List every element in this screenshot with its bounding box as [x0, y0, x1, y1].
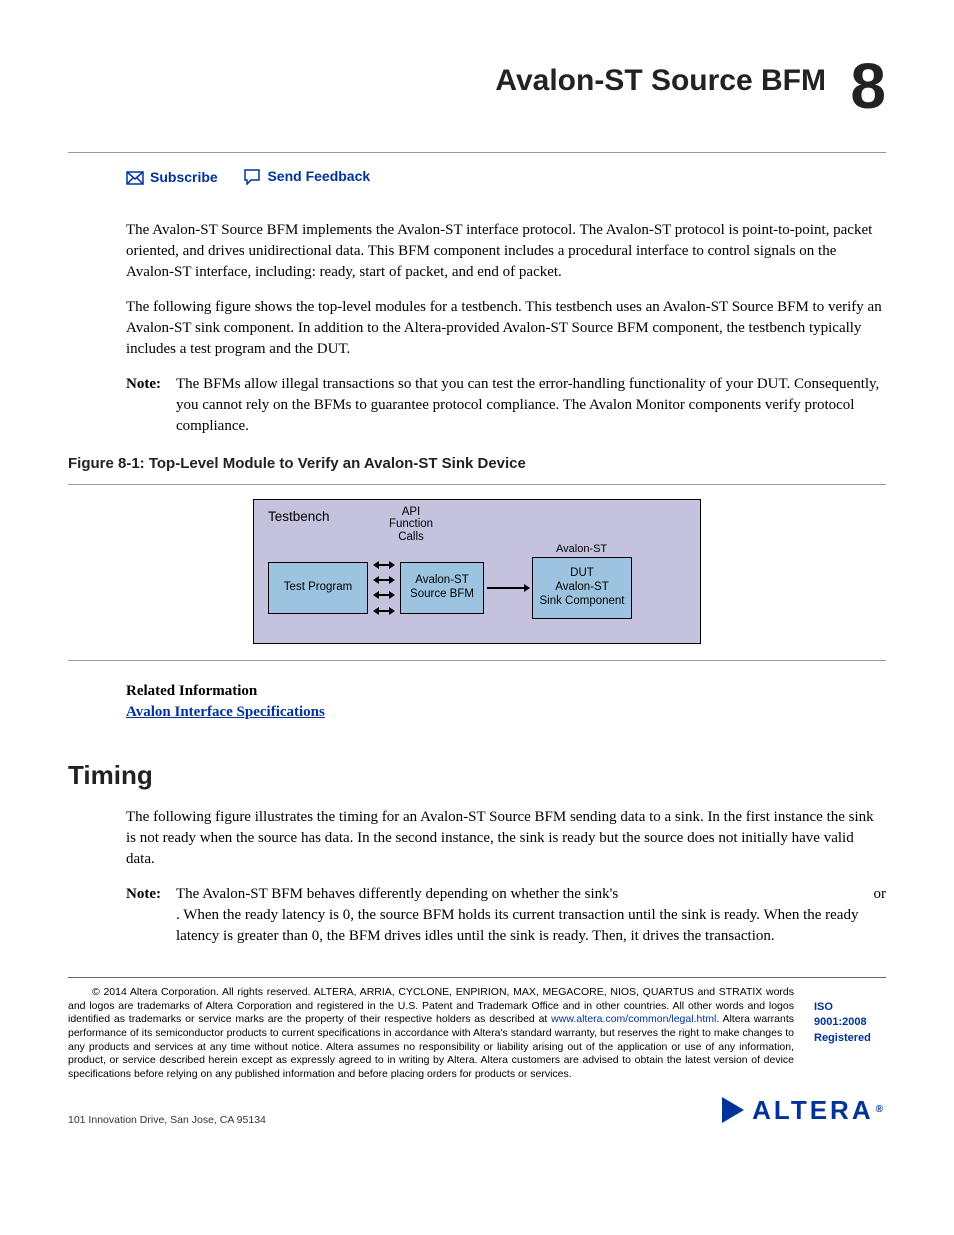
diagram-box3-line1: DUT	[533, 567, 631, 581]
logo-triangle-icon	[722, 1097, 744, 1123]
diagram-box-test-program: Test Program	[268, 562, 368, 614]
diagram-box3-line2: Avalon-ST	[533, 581, 631, 595]
diagram-testbench-label: Testbench	[268, 508, 672, 527]
divider	[68, 977, 886, 978]
speech-bubble-icon	[243, 169, 261, 185]
figure-caption: Figure 8-1: Top-Level Module to Verify a…	[68, 453, 886, 474]
chapter-number: 8	[850, 42, 886, 132]
diagram-box2-line1: Avalon-ST	[401, 574, 483, 588]
divider	[68, 484, 886, 485]
note-label: Note:	[126, 374, 176, 437]
diagram-avalon-st-arrow	[487, 587, 529, 589]
diagram-api-label: API Function Calls	[386, 506, 436, 544]
timing-note-label: Note:	[126, 884, 176, 947]
intro-paragraph-2: The following figure shows the top-level…	[126, 297, 886, 360]
diagram-avalon-st-label: Avalon-ST	[556, 542, 607, 557]
iso-badge: ISO 9001:2008 Registered	[814, 986, 886, 1046]
figure-8-1: Testbench API Function Calls Avalon-ST T…	[68, 499, 886, 644]
logo-text: ALTERA	[752, 1092, 874, 1128]
diagram-box-dut: DUT Avalon-ST Sink Component	[532, 557, 632, 619]
divider	[68, 152, 886, 153]
feedback-label: Send Feedback	[267, 167, 370, 187]
timing-note-block: Note: The Avalon-ST BFM behaves differen…	[126, 884, 886, 947]
timing-heading: Timing	[68, 757, 886, 793]
action-bar: Subscribe Send Feedback	[68, 167, 886, 192]
intro-paragraph-1: The Avalon-ST Source BFM implements the …	[126, 220, 886, 283]
chapter-header: Avalon-ST Source BFM 8	[68, 60, 886, 102]
altera-logo: ALTERA ®	[722, 1092, 886, 1128]
feedback-link[interactable]: Send Feedback	[243, 167, 370, 187]
testbench-diagram: Testbench API Function Calls Avalon-ST T…	[253, 499, 701, 644]
legal-link[interactable]: www.altera.com/common/legal.html	[551, 1013, 716, 1025]
footer-address: 101 Innovation Drive, San Jose, CA 95134	[68, 1113, 266, 1128]
logo-registered-mark: ®	[876, 1103, 886, 1117]
diagram-api-arrows	[374, 564, 394, 612]
avalon-spec-link[interactable]: Avalon Interface Specifications	[126, 704, 325, 720]
divider	[68, 660, 886, 661]
copyright-symbol: ©	[68, 986, 100, 998]
subscribe-label: Subscribe	[150, 168, 218, 188]
timing-note-text-a: The Avalon-ST BFM behaves differently de…	[176, 886, 618, 902]
timing-note-text-c: . When the ready latency is 0, the sourc…	[176, 907, 858, 944]
timing-note-text: The Avalon-ST BFM behaves differently de…	[176, 884, 886, 947]
diagram-box2-line2: Source BFM	[401, 588, 483, 602]
legal-text: © 2014 Altera Corporation. All rights re…	[68, 986, 794, 1081]
timing-paragraph: The following figure illustrates the tim…	[126, 807, 886, 870]
subscribe-link[interactable]: Subscribe	[126, 168, 218, 188]
diagram-box3-line3: Sink Component	[533, 595, 631, 609]
timing-note-text-b: or	[874, 884, 887, 905]
diagram-box-source-bfm: Avalon-ST Source BFM	[400, 562, 484, 614]
note-text: The BFMs allow illegal transactions so t…	[176, 374, 886, 437]
related-info-heading: Related Information	[126, 681, 886, 702]
chapter-title: Avalon-ST Source BFM	[68, 60, 886, 102]
envelope-icon	[126, 171, 144, 185]
note-block: Note: The BFMs allow illegal transaction…	[126, 374, 886, 437]
